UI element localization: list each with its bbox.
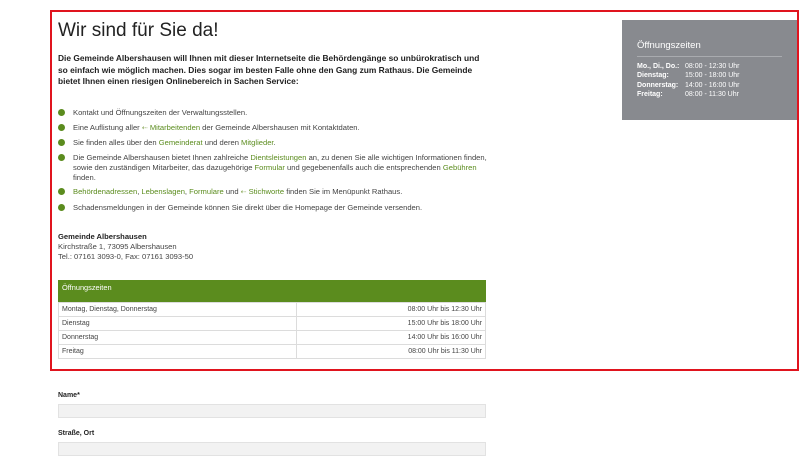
divider (637, 56, 782, 57)
hours-row: Donnerstag: 14:00 - 16:00 Uhr (637, 81, 740, 89)
link-stichworte[interactable]: Stichworte (249, 187, 284, 196)
table-row: Donnerstag 14:00 Uhr bis 16:00 Uhr (58, 330, 487, 345)
street-city-label: Straße, Ort (58, 430, 95, 437)
sidebar-title: Öffnungszeiten (637, 40, 701, 51)
time-cell: 08:00 Uhr bis 12:30 Uhr (295, 302, 487, 317)
link-gebuehren[interactable]: Gebühren (443, 163, 477, 172)
link-formular[interactable]: Formular (255, 163, 285, 172)
list-item: Eine Auflistung aller ⇠ Mitarbeitenden d… (58, 123, 488, 134)
day-cell: Donnerstag (58, 330, 297, 345)
opening-hours-box: Öffnungszeiten Mo., Di., Do.: 08:00 - 12:… (622, 20, 797, 120)
bullet-icon (58, 188, 65, 196)
link-gemeinderat[interactable]: Gemeinderat (159, 138, 203, 147)
street-address: Kirchstraße 1, 73095 Albershausen (58, 242, 177, 251)
table-header: Öffnungszeiten (58, 280, 486, 302)
bullet-icon (58, 153, 65, 161)
table-row: Dienstag 15:00 Uhr bis 18:00 Uhr (58, 316, 487, 331)
link-lebenslagen[interactable]: Lebenslagen (141, 187, 185, 196)
services-list: Kontakt und Öffnungszeiten der Verwaltun… (58, 108, 488, 218)
hours-row: Mo., Di., Do.: 08:00 - 12:30 Uhr (637, 63, 740, 70)
link-mitglieder[interactable]: Mitglieder (241, 138, 274, 147)
list-item: Sie finden alles über den Gemeinderat un… (58, 138, 488, 148)
hours-row: Freitag: 08:00 - 11:30 Uhr (637, 90, 739, 98)
time-cell: 08:00 Uhr bis 11:30 Uhr (295, 344, 487, 359)
link-mitarbeitende[interactable]: Mitarbeitenden (150, 123, 200, 132)
list-item: Behördenadressen, Lebenslagen, Formulare… (58, 187, 488, 198)
bullet-icon (58, 139, 65, 147)
bullet-icon (58, 123, 65, 131)
phone-fax: Tel.: 07161 3093-0, Fax: 07161 3093-50 (58, 252, 194, 261)
day-cell: Dienstag (58, 316, 297, 331)
link-behoerdenadressen[interactable]: Behördenadressen (73, 187, 137, 196)
address-block: Gemeinde Albershausen Kirchstraße 1, 730… (58, 232, 193, 262)
street-city-field[interactable] (58, 442, 486, 456)
link-formulare[interactable]: Formulare (189, 187, 224, 196)
day-cell: Freitag (58, 344, 297, 359)
organization-name: Gemeinde Albershausen (58, 232, 147, 241)
table-row: Freitag 08:00 Uhr bis 11:30 Uhr (58, 344, 487, 359)
link-arrow-icon: ⇠ (141, 124, 148, 132)
intro-text: Die Gemeinde Albershausen will Ihnen mit… (58, 53, 480, 86)
time-cell: 15:00 Uhr bis 18:00 Uhr (295, 316, 487, 331)
page-title: Wir sind für Sie da! (58, 20, 219, 41)
link-dienstleistungen[interactable]: Dientsleistungen (250, 153, 306, 162)
day-cell: Montag, Dienstag, Donnerstag (58, 302, 297, 317)
bullet-icon (58, 203, 65, 211)
opening-hours-table: Öffnungszeiten Montag, Dienstag, Donners… (58, 280, 487, 359)
link-arrow-icon: ⇠ (240, 189, 247, 197)
name-label: Name* (58, 392, 80, 399)
name-field[interactable] (58, 404, 486, 418)
time-cell: 14:00 Uhr bis 16:00 Uhr (295, 330, 487, 345)
list-item: Schadensmeldungen in der Gemeinde können… (58, 203, 488, 213)
table-row: Montag, Dienstag, Donnerstag 08:00 Uhr bi… (58, 302, 487, 317)
bullet-icon (58, 109, 65, 116)
list-item: Kontakt und Öffnungszeiten der Verwaltun… (58, 108, 488, 118)
hours-row: Dienstag: 15:00 - 18:00 Uhr (637, 72, 740, 80)
list-item: Die Gemeinde Albershausen bietet Ihnen z… (58, 153, 488, 183)
